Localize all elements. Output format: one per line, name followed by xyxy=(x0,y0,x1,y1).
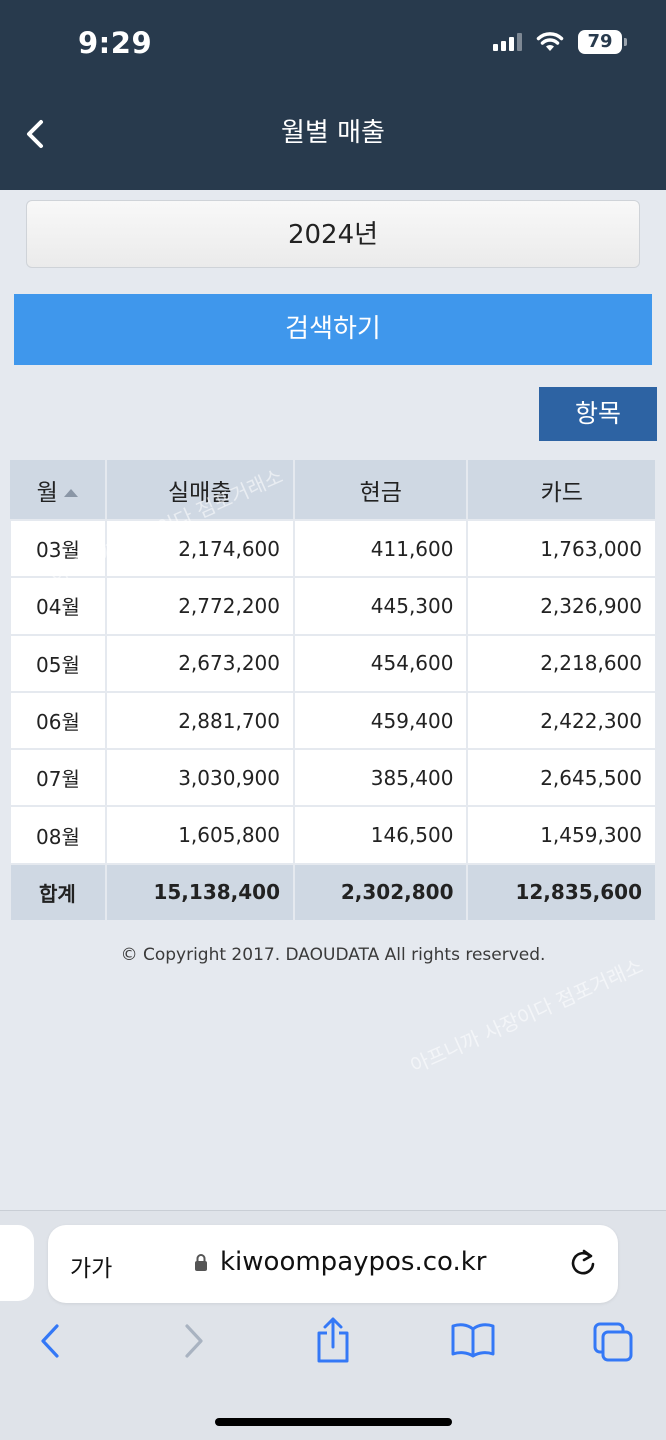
text-size-button[interactable]: 가가 xyxy=(70,1249,112,1283)
cash-cell: 411,600 xyxy=(292,518,469,579)
sales-cell: 2,673,200 xyxy=(104,633,296,693)
url-text[interactable]: kiwoompaypos.co.kr xyxy=(220,1247,487,1277)
card-cell: 2,218,600 xyxy=(466,633,657,693)
month-cell: 08월 xyxy=(9,805,107,865)
home-indicator xyxy=(215,1418,452,1426)
cash-cell: 459,400 xyxy=(292,690,469,751)
search-button[interactable]: 검색하기 xyxy=(14,294,652,365)
status-icons: 79 xyxy=(493,30,627,54)
sort-asc-icon xyxy=(63,489,78,497)
column-header-card[interactable]: 카드 xyxy=(467,460,657,520)
table-row: 07월 3,030,900 385,400 2,645,500 xyxy=(9,748,657,808)
browser-toolbar xyxy=(0,1317,666,1371)
total-row: 합계 15,138,400 2,302,800 12,835,600 xyxy=(9,862,657,923)
card-cell: 1,459,300 xyxy=(466,805,657,865)
card-cell: 2,422,300 xyxy=(466,690,657,751)
month-cell: 05월 xyxy=(9,633,107,693)
sales-cell: 3,030,900 xyxy=(104,748,296,808)
sales-cell: 2,772,200 xyxy=(104,576,296,636)
sales-cell: 1,605,800 xyxy=(104,805,296,865)
table-row: 05월 2,673,200 454,600 2,218,600 xyxy=(9,633,657,693)
column-header-month[interactable]: 월 xyxy=(10,460,107,520)
table-row: 04월 2,772,200 445,300 2,326,900 xyxy=(9,576,657,636)
lock-icon xyxy=(195,1254,207,1271)
cellular-signal-icon xyxy=(493,33,522,51)
battery-icon: 79 xyxy=(578,30,627,54)
status-time: 9:29 xyxy=(78,26,153,60)
total-label: 합계 xyxy=(9,862,107,923)
browser-forward-icon[interactable] xyxy=(182,1321,206,1361)
app-header: 9:29 79 월별 매출 xyxy=(0,0,666,190)
card-cell: 2,326,900 xyxy=(466,576,657,636)
browser-back-icon[interactable] xyxy=(38,1321,62,1361)
card-cell: 1,763,000 xyxy=(466,518,657,579)
copyright-text: © Copyright 2017. DAOUDATA All rights re… xyxy=(120,945,546,965)
column-header-cash[interactable]: 현금 xyxy=(294,460,469,520)
table-header-row: 월 실매출 현금 카드 xyxy=(10,460,657,520)
year-select[interactable]: 2024년 xyxy=(26,200,640,268)
cash-cell: 445,300 xyxy=(292,576,469,636)
items-button[interactable]: 항목 xyxy=(539,387,657,441)
reload-icon[interactable] xyxy=(568,1247,598,1279)
tabs-icon[interactable] xyxy=(592,1321,634,1363)
wifi-icon xyxy=(536,32,564,51)
sales-cell: 2,881,700 xyxy=(104,690,296,751)
card-cell: 2,645,500 xyxy=(466,748,657,808)
browser-chrome: 가가 kiwoompaypos.co.kr xyxy=(0,1210,666,1440)
cash-cell: 385,400 xyxy=(292,748,469,808)
watermark-text: 아프니까 사장이다 점포거래소 xyxy=(406,953,647,1079)
total-cash-cell: 2,302,800 xyxy=(292,862,469,923)
total-card-cell: 12,835,600 xyxy=(466,862,657,923)
share-icon[interactable] xyxy=(314,1315,352,1365)
table-row: 06월 2,881,700 459,400 2,422,300 xyxy=(9,690,657,751)
cash-cell: 454,600 xyxy=(292,633,469,693)
table-row: 08월 1,605,800 146,500 1,459,300 xyxy=(9,805,657,865)
address-bar[interactable]: 가가 kiwoompaypos.co.kr xyxy=(48,1225,618,1303)
month-cell: 06월 xyxy=(9,690,107,751)
page-title: 월별 매출 xyxy=(281,118,385,148)
cash-cell: 146,500 xyxy=(292,805,469,865)
total-sales-cell: 15,138,400 xyxy=(104,862,296,923)
monthly-sales-table: 월 실매출 현금 카드 03월 2,174,600 411,600 1,763,… xyxy=(9,460,657,923)
month-cell: 07월 xyxy=(9,748,107,808)
bookmarks-icon[interactable] xyxy=(450,1321,496,1359)
previous-tab[interactable] xyxy=(0,1225,34,1301)
